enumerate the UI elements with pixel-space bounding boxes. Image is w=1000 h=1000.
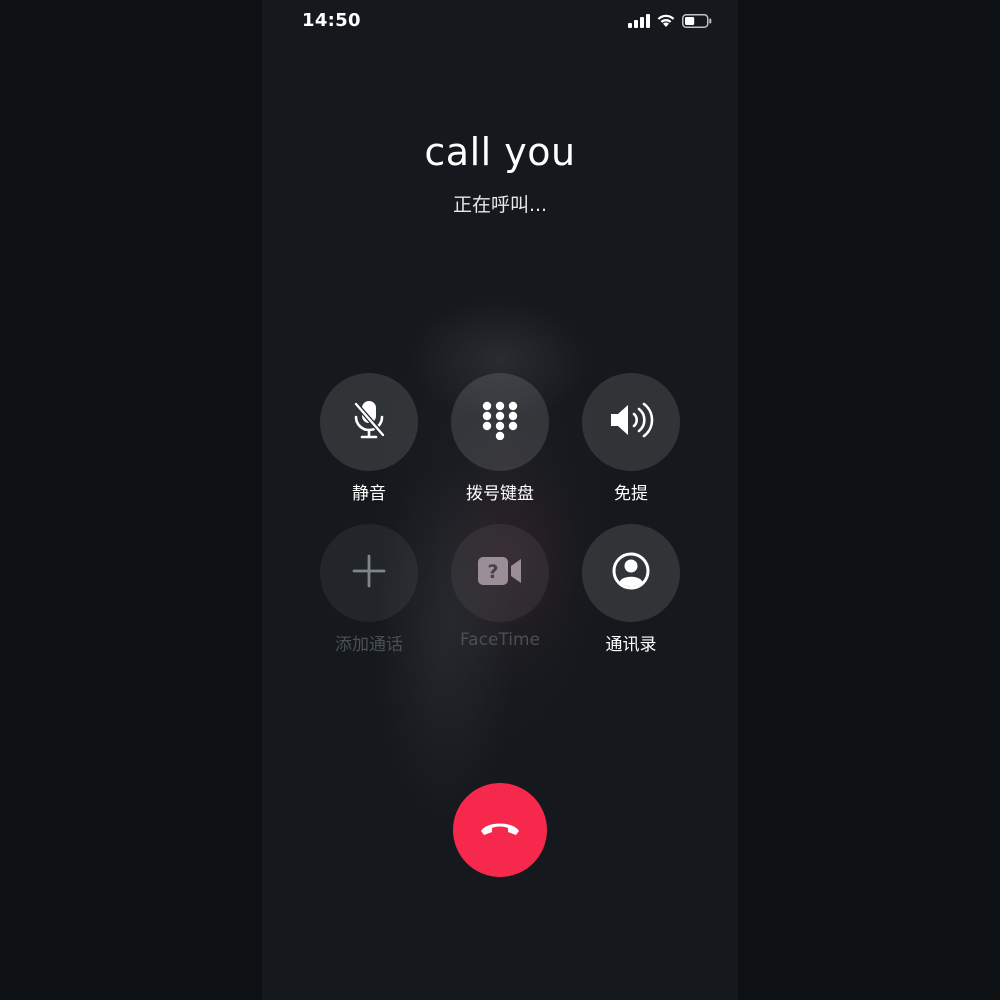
mute-button[interactable]: 静音 — [309, 373, 429, 504]
mute-button-circle[interactable] — [320, 373, 418, 471]
wifi-icon — [656, 13, 676, 32]
keypad-button[interactable]: 拨号键盘 — [440, 373, 560, 504]
add-call-button[interactable]: 添加通话 — [309, 524, 429, 655]
facetime-label: FaceTime — [459, 630, 541, 650]
end-call-icon — [478, 818, 522, 842]
keypad-icon — [480, 400, 520, 444]
battery-icon — [682, 13, 712, 32]
svg-text:?: ? — [487, 561, 498, 583]
keypad-button-circle[interactable] — [451, 373, 549, 471]
add-call-button-circle[interactable] — [320, 524, 418, 622]
caller-name: call you — [424, 130, 576, 174]
phone-screen: 14:50 call you 正在呼叫... 静音 拨号键盘 免提 添加通话 ?… — [262, 0, 738, 1000]
contacts-button-circle[interactable] — [582, 524, 680, 622]
speaker-label: 免提 — [614, 484, 648, 504]
call-status: 正在呼叫... — [452, 194, 548, 216]
add-call-icon — [352, 554, 386, 592]
facetime-button[interactable]: ? FaceTime — [440, 524, 560, 650]
facetime-video-icon: ? — [476, 554, 524, 592]
status-time: 14:50 — [302, 10, 361, 31]
cellular-signal-icon — [628, 13, 650, 32]
mute-label: 静音 — [352, 484, 386, 504]
speaker-button-circle[interactable] — [582, 373, 680, 471]
end-call-button[interactable] — [453, 783, 547, 877]
contacts-icon — [611, 551, 651, 595]
contacts-label: 通讯录 — [605, 635, 657, 655]
mute-microphone-icon — [349, 398, 389, 446]
add-call-label: 添加通话 — [335, 635, 403, 655]
status-icons — [628, 13, 712, 32]
screen: 14:50 call you 正在呼叫... 静音 拨号键盘 免提 添加通话 ?… — [0, 0, 1000, 1000]
facetime-button-circle[interactable]: ? — [451, 524, 549, 622]
contacts-button[interactable]: 通讯录 — [571, 524, 691, 655]
speaker-button[interactable]: 免提 — [571, 373, 691, 504]
keypad-label: 拨号键盘 — [466, 484, 534, 504]
speaker-icon — [608, 400, 654, 444]
